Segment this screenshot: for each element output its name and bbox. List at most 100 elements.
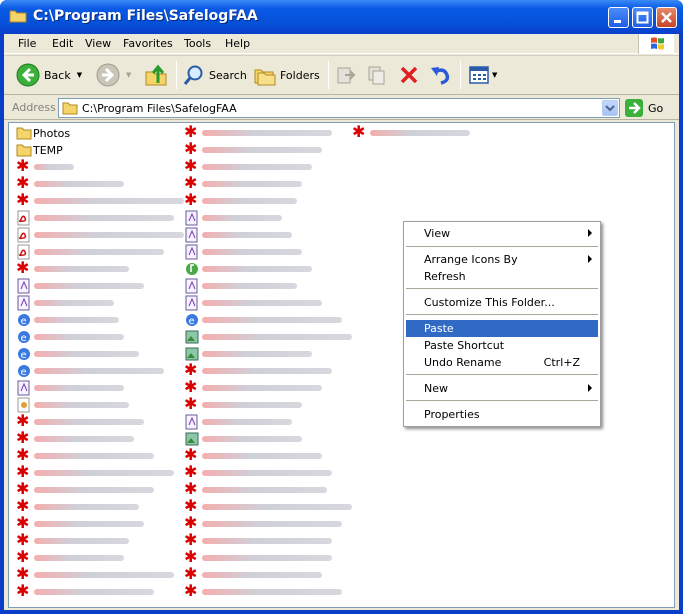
ctx-customize-folder[interactable]: Customize This Folder...: [406, 294, 598, 311]
address-input[interactable]: C:\Program Files\SafelogFAA: [58, 98, 620, 118]
file-item[interactable]: ✱: [16, 158, 186, 175]
file-item[interactable]: ✱: [184, 447, 364, 464]
file-item[interactable]: [16, 380, 186, 396]
ctx-properties[interactable]: Properties: [406, 406, 598, 423]
file-item[interactable]: [184, 261, 364, 277]
views-button[interactable]: ▼: [468, 60, 497, 90]
views-icon: [469, 66, 489, 84]
file-item[interactable]: [184, 210, 364, 226]
file-item[interactable]: ✱: [184, 549, 364, 566]
file-item[interactable]: ✱: [184, 362, 364, 379]
file-item[interactable]: e: [16, 312, 186, 328]
file-item[interactable]: ✱: [184, 141, 364, 158]
file-item[interactable]: ✱: [184, 481, 364, 498]
file-item[interactable]: ✱: [184, 175, 364, 192]
undo-button[interactable]: [429, 60, 451, 90]
ctx-view[interactable]: View: [406, 225, 598, 242]
title-bar[interactable]: C:\Program Files\SafelogFAA: [0, 0, 683, 34]
file-item[interactable]: ✱: [184, 583, 364, 600]
folder-name: Photos: [33, 127, 71, 140]
filename-obscured: [34, 232, 184, 238]
file-item[interactable]: [16, 278, 186, 294]
menu-file[interactable]: File: [18, 37, 36, 50]
file-item[interactable]: ✱: [184, 396, 364, 413]
filename-obscured: [34, 249, 164, 255]
file-item[interactable]: ✱: [184, 158, 364, 175]
file-item[interactable]: ✱: [16, 481, 186, 498]
file-item[interactable]: e: [16, 346, 186, 362]
search-button[interactable]: Search: [183, 60, 247, 90]
file-item[interactable]: [184, 329, 364, 345]
file-item[interactable]: [16, 227, 186, 243]
file-item[interactable]: ✱: [184, 124, 364, 141]
file-item[interactable]: ✱: [16, 447, 186, 464]
back-dropdown-icon[interactable]: ▼: [77, 71, 82, 79]
file-item[interactable]: ✱: [16, 583, 186, 600]
go-button[interactable]: Go: [625, 99, 663, 117]
file-item[interactable]: ✱: [184, 515, 364, 532]
file-item[interactable]: ✱: [184, 192, 364, 209]
file-item[interactable]: ✱: [352, 124, 482, 141]
file-item[interactable]: e: [16, 329, 186, 345]
file-item[interactable]: ✱: [16, 515, 186, 532]
forward-button[interactable]: ▼: [96, 60, 131, 90]
file-item[interactable]: ✱: [16, 260, 186, 277]
file-item[interactable]: [184, 431, 364, 447]
folder-item-temp[interactable]: TEMP: [16, 142, 136, 158]
up-folder-button[interactable]: [144, 60, 168, 90]
file-item[interactable]: [16, 244, 186, 260]
menu-favorites[interactable]: Favorites: [123, 37, 173, 50]
folder-item-photos[interactable]: Photos: [16, 125, 136, 141]
file-item[interactable]: ✱: [16, 175, 186, 192]
file-item[interactable]: [184, 295, 364, 311]
file-item[interactable]: [184, 278, 364, 294]
address-dropdown-button[interactable]: [602, 100, 618, 116]
file-item[interactable]: ✱: [184, 532, 364, 549]
file-item[interactable]: [16, 397, 186, 413]
menu-tools[interactable]: Tools: [184, 37, 211, 50]
file-item[interactable]: [184, 346, 364, 362]
menu-edit[interactable]: Edit: [52, 37, 73, 50]
ctx-new[interactable]: New: [406, 380, 598, 397]
file-item[interactable]: [16, 295, 186, 311]
file-item[interactable]: ✱: [184, 379, 364, 396]
copy-to-button[interactable]: [366, 60, 388, 90]
file-item[interactable]: ✱: [16, 413, 186, 430]
file-item[interactable]: ✱: [184, 566, 364, 583]
ctx-undo-rename[interactable]: Undo Rename Ctrl+Z: [406, 354, 598, 371]
delete-button[interactable]: [398, 60, 420, 90]
file-item[interactable]: ✱: [16, 532, 186, 549]
menu-view[interactable]: View: [85, 37, 111, 50]
file-item[interactable]: [184, 227, 364, 243]
file-item[interactable]: [184, 414, 364, 430]
file-item[interactable]: ✱: [16, 430, 186, 447]
file-item[interactable]: ✱: [16, 549, 186, 566]
folders-button[interactable]: Folders: [254, 60, 320, 90]
ctx-label: Undo Rename: [424, 356, 502, 369]
views-dropdown-icon[interactable]: ▼: [492, 71, 497, 79]
forward-dropdown-icon[interactable]: ▼: [126, 71, 131, 79]
file-item[interactable]: e: [16, 363, 186, 379]
ctx-paste-shortcut[interactable]: Paste Shortcut: [406, 337, 598, 354]
file-item[interactable]: ✱: [16, 464, 186, 481]
filename-obscured: [202, 300, 322, 306]
ctx-paste[interactable]: Paste: [406, 320, 598, 337]
ctx-refresh[interactable]: Refresh: [406, 268, 598, 285]
file-item[interactable]: [184, 244, 364, 260]
file-item[interactable]: ✱: [16, 498, 186, 515]
file-item[interactable]: ✱: [16, 192, 186, 209]
up-folder-icon: [145, 64, 167, 86]
file-item[interactable]: ✱: [184, 498, 364, 515]
maximize-button[interactable]: [632, 7, 653, 28]
file-item[interactable]: ✱: [16, 566, 186, 583]
back-button[interactable]: Back ▼: [16, 60, 82, 90]
file-item[interactable]: [16, 210, 186, 226]
file-item[interactable]: e: [184, 312, 364, 328]
menu-separator: [406, 374, 598, 375]
move-to-button[interactable]: [335, 60, 357, 90]
menu-help[interactable]: Help: [225, 37, 250, 50]
minimize-button[interactable]: [608, 7, 629, 28]
close-button[interactable]: [656, 7, 677, 28]
ctx-arrange-icons-by[interactable]: Arrange Icons By: [406, 251, 598, 268]
file-item[interactable]: ✱: [184, 464, 364, 481]
